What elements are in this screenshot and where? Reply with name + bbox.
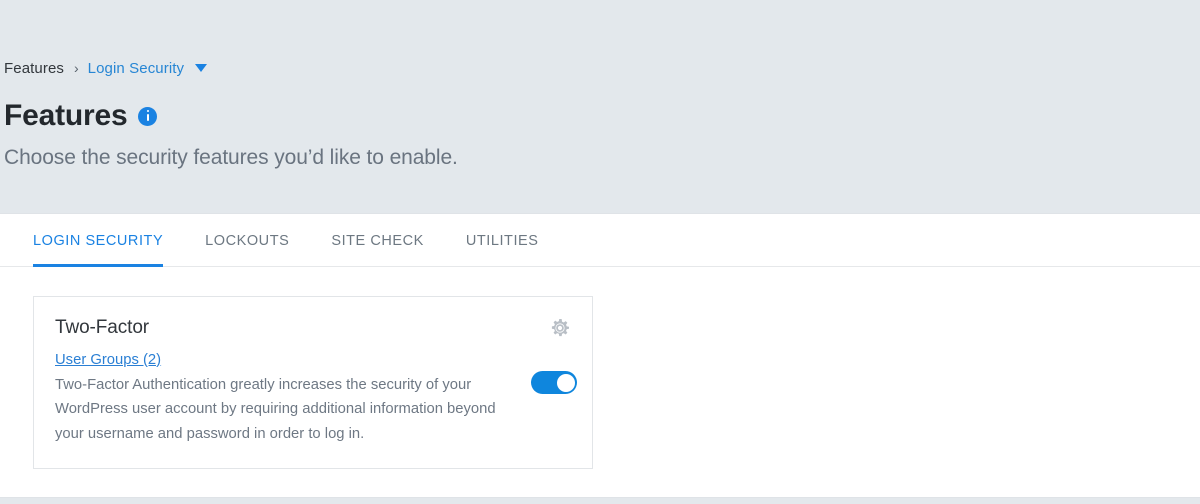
feature-card-title: Two-Factor: [55, 317, 150, 338]
page-subtitle: Choose the security features you’d like …: [4, 146, 458, 169]
tab-label: LOCKOUTS: [205, 232, 290, 249]
breadcrumb-item-login-security[interactable]: Login Security: [88, 60, 184, 77]
content-panel: LOGIN SECURITY LOCKOUTS SITE CHECK UTILI…: [0, 213, 1200, 498]
feature-card-two-factor: Two-Factor User Groups (2) Two-Factor Au…: [33, 296, 593, 470]
tab-login-security[interactable]: LOGIN SECURITY: [33, 214, 164, 267]
tab-bar: LOGIN SECURITY LOCKOUTS SITE CHECK UTILI…: [0, 214, 1200, 267]
chevron-down-icon[interactable]: [195, 64, 208, 72]
info-icon[interactable]: [138, 106, 158, 126]
toggle-knob: [556, 373, 575, 392]
tab-label: SITE CHECK: [331, 232, 424, 249]
breadcrumb-separator-icon: ›: [74, 60, 79, 76]
page-header: Features › Login Security Features Choos…: [0, 0, 1200, 170]
user-groups-link[interactable]: User Groups (2): [55, 352, 161, 368]
breadcrumb-item-features[interactable]: Features: [4, 60, 64, 77]
gear-icon[interactable]: [548, 316, 572, 340]
tab-label: LOGIN SECURITY: [33, 232, 164, 249]
page-title-row: Features: [4, 101, 1200, 131]
two-factor-toggle[interactable]: [531, 371, 577, 394]
page-title: Features: [4, 99, 128, 132]
tab-utilities[interactable]: UTILITIES: [466, 214, 539, 267]
feature-card-description: Two-Factor Authentication greatly increa…: [55, 376, 496, 442]
breadcrumb: Features › Login Security: [4, 0, 1200, 90]
tab-lockouts[interactable]: LOCKOUTS: [205, 214, 289, 267]
tab-label: UTILITIES: [465, 232, 539, 249]
tab-site-check[interactable]: SITE CHECK: [331, 214, 424, 267]
feature-card-list: Two-Factor User Groups (2) Two-Factor Au…: [0, 267, 1200, 470]
